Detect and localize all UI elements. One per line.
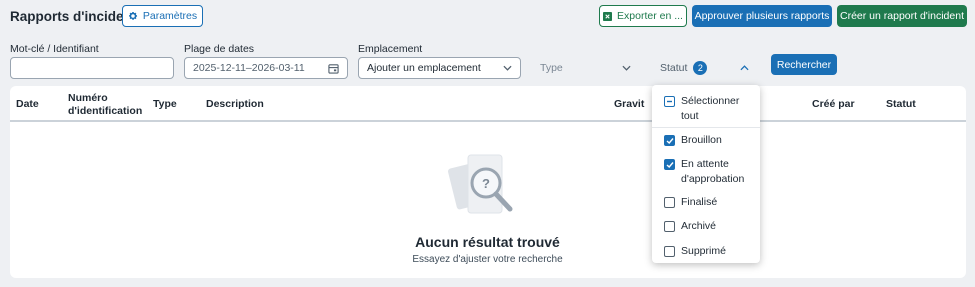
- status-option-archived[interactable]: Archivé: [664, 219, 716, 234]
- status-option-deleted[interactable]: Supprimé: [664, 244, 726, 259]
- excel-icon: [603, 11, 613, 21]
- svg-text:?: ?: [482, 176, 490, 191]
- chevron-down-icon: [503, 65, 512, 71]
- location-select[interactable]: Ajouter un emplacement: [358, 57, 521, 79]
- status-option-pending[interactable]: En attente d'approbation: [664, 157, 744, 187]
- empty-state-subtitle: Essayez d'ajuster votre recherche: [412, 254, 563, 265]
- empty-state-title: Aucun résultat trouvé: [415, 234, 560, 250]
- checkbox[interactable]: [664, 246, 675, 257]
- select-all-label: Sélectionner tout: [681, 95, 740, 122]
- status-option-label: Brouillon: [681, 134, 722, 146]
- type-select[interactable]: Type: [540, 62, 631, 74]
- dropdown-divider: [652, 127, 760, 128]
- status-option-label: Archivé: [681, 220, 717, 232]
- select-all-checkbox[interactable]: [664, 96, 675, 107]
- select-all-option[interactable]: Sélectionner tout: [664, 94, 739, 124]
- table-header: Date Numéro d'identification Type Descri…: [10, 86, 966, 122]
- type-select-label: Type: [540, 62, 563, 74]
- column-header-status[interactable]: Statut: [886, 98, 916, 111]
- calendar-icon[interactable]: [328, 63, 339, 74]
- export-button-label: Exporter en ...: [617, 10, 683, 22]
- settings-button[interactable]: Paramètres: [122, 5, 203, 27]
- status-option-draft[interactable]: Brouillon: [664, 133, 722, 148]
- column-header-severity[interactable]: Gravit: [614, 98, 644, 111]
- status-option-label: Finalisé: [681, 196, 718, 208]
- location-label: Emplacement: [358, 43, 423, 55]
- column-header-date[interactable]: Date: [16, 98, 39, 111]
- page-title: Rapports d'incident: [10, 9, 137, 24]
- create-report-button[interactable]: Créer un rapport d'incident: [837, 5, 967, 27]
- checkbox[interactable]: [664, 135, 675, 146]
- export-button[interactable]: Exporter en ...: [599, 5, 687, 27]
- column-header-created-by[interactable]: Créé par: [812, 98, 855, 111]
- keyword-input[interactable]: [10, 57, 174, 79]
- search-button[interactable]: Rechercher: [771, 54, 837, 75]
- status-option-label: Supprimé: [681, 245, 726, 257]
- date-range-label: Plage de dates: [184, 43, 255, 55]
- approve-multiple-button[interactable]: Approuver plusieurs rapports: [692, 5, 832, 27]
- minus-icon: [667, 100, 672, 103]
- status-filter-label: Statut: [660, 62, 688, 74]
- chevron-down-icon: [622, 65, 631, 71]
- settings-button-label: Paramètres: [142, 10, 198, 22]
- no-results-icon: ?: [448, 154, 513, 214]
- location-select-value: Ajouter un emplacement: [367, 62, 481, 74]
- column-header-description[interactable]: Description: [206, 98, 264, 111]
- checkbox[interactable]: [664, 221, 675, 232]
- checkbox[interactable]: [664, 197, 675, 208]
- date-range-input[interactable]: 2025-12-11–2026-03-11: [184, 57, 348, 79]
- status-count-badge: 2: [693, 61, 708, 75]
- gear-icon: [128, 12, 137, 20]
- checkbox[interactable]: [664, 159, 675, 170]
- status-option-label: En attente d'approbation: [681, 158, 745, 185]
- column-header-id-line1: Numéro: [68, 92, 108, 104]
- chevron-up-icon[interactable]: [740, 65, 749, 71]
- column-header-type[interactable]: Type: [153, 98, 177, 111]
- keyword-label: Mot-clé / Identifiant: [10, 43, 99, 55]
- status-dropdown: Sélectionner tout Brouillon En attente d…: [652, 85, 760, 263]
- status-filter[interactable]: Statut 2: [660, 61, 708, 75]
- check-icon: [666, 161, 674, 168]
- check-icon: [666, 137, 674, 144]
- status-option-finalized[interactable]: Finalisé: [664, 195, 717, 210]
- column-header-id[interactable]: Numéro d'identification: [68, 92, 142, 118]
- date-range-value: 2025-12-11–2026-03-11: [193, 62, 305, 74]
- column-header-id-line2: d'identification: [68, 105, 143, 117]
